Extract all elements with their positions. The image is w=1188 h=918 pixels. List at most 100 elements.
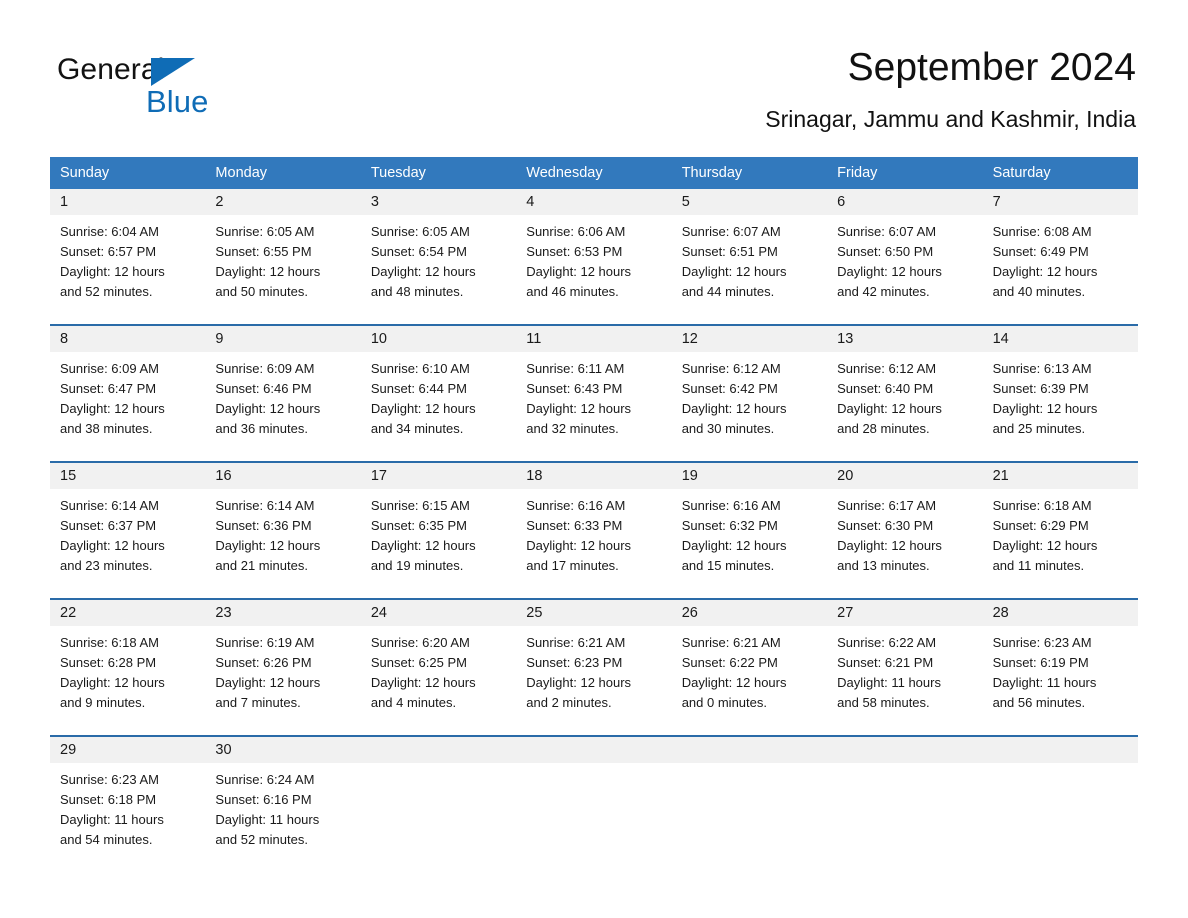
calendar-day-cell[interactable]: 28 Sunrise: 6:23 AM Sunset: 6:19 PM Dayligh…: [982, 600, 1138, 735]
sunset-time: Sunset: 6:30 PM: [837, 518, 934, 533]
day-number: 2: [215, 194, 224, 210]
calendar-day-cell-empty: [516, 737, 672, 872]
daylight-duration-line2: and 44 minutes.: [681, 284, 775, 299]
day-details: Sunrise: 6:08 AM Sunset: 6:49 PM Daylight:…: [983, 215, 1138, 302]
daylight-duration-line2: and 11 minutes.: [992, 558, 1085, 573]
day-details: Sunrise: 6:15 AM Sunset: 6:35 PM Daylight:…: [361, 489, 516, 576]
sunset-time: Sunset: 6:26 PM: [215, 655, 312, 670]
calendar-day-cell[interactable]: 3 Sunrise: 6:05 AM Sunset: 6:54 PM Daylight…: [360, 189, 517, 324]
sunrise-time: Sunrise: 6:11 AM: [526, 361, 625, 376]
sunset-time: Sunset: 6:54 PM: [370, 244, 467, 259]
weekday-header-saturday: Saturday: [992, 165, 1051, 181]
calendar-day-cell-empty: [982, 737, 1138, 872]
sunrise-time: Sunrise: 6:21 AM: [526, 635, 626, 650]
day-number: 12: [681, 331, 698, 347]
daylight-duration-line2: and 4 minutes.: [370, 695, 457, 710]
calendar-day-cell[interactable]: 24 Sunrise: 6:20 AM Sunset: 6:25 PM Dayligh…: [360, 600, 517, 735]
calendar-day-cell[interactable]: 27 Sunrise: 6:22 AM Sunset: 6:21 PM Dayligh…: [827, 600, 983, 735]
calendar-day-cell[interactable]: 7 Sunrise: 6:08 AM Sunset: 6:49 PM Daylight…: [982, 189, 1138, 324]
sunrise-time: Sunrise: 6:09 AM: [60, 361, 159, 376]
daylight-duration-line1: Daylight: 11 hours: [60, 812, 164, 827]
calendar-day-cell[interactable]: 21 Sunrise: 6:18 AM Sunset: 6:29 PM Dayligh…: [982, 463, 1138, 598]
day-details: [983, 763, 1138, 770]
sunrise-time: Sunrise: 6:10 AM: [370, 361, 470, 376]
day-number-band: 8: [50, 326, 206, 352]
daylight-duration-line2: and 56 minutes.: [992, 695, 1086, 710]
calendar-week-row: 8 Sunrise: 6:09 AM Sunset: 6:47 PM Daylight…: [50, 324, 1138, 461]
calendar-week-row: 1 Sunrise: 6:04 AM Sunset: 6:57 PM Daylight…: [50, 189, 1138, 324]
day-number-band: 17: [360, 463, 517, 489]
sunset-time: Sunset: 6:32 PM: [681, 518, 778, 533]
sunrise-time: Sunrise: 6:05 AM: [215, 224, 315, 239]
sunrise-time: Sunrise: 6:15 AM: [370, 498, 470, 513]
daylight-duration-line2: and 34 minutes.: [370, 421, 464, 436]
calendar-day-cell[interactable]: 29 Sunrise: 6:23 AM Sunset: 6:18 PM Dayligh…: [50, 737, 206, 872]
calendar-day-cell[interactable]: 26 Sunrise: 6:21 AM Sunset: 6:22 PM Dayligh…: [671, 600, 828, 735]
calendar-day-cell[interactable]: 20 Sunrise: 6:17 AM Sunset: 6:30 PM Dayligh…: [827, 463, 983, 598]
sunrise-time: Sunrise: 6:07 AM: [681, 224, 781, 239]
calendar-day-cell[interactable]: 6 Sunrise: 6:07 AM Sunset: 6:50 PM Daylight…: [827, 189, 983, 324]
calendar-day-cell[interactable]: 25 Sunrise: 6:21 AM Sunset: 6:23 PM Dayligh…: [516, 600, 672, 735]
day-number-band: 15: [50, 463, 206, 489]
calendar-day-cell[interactable]: 4 Sunrise: 6:06 AM Sunset: 6:53 PM Daylight…: [516, 189, 672, 324]
daylight-duration-line1: Daylight: 12 hours: [370, 401, 476, 416]
calendar-day-cell[interactable]: 30 Sunrise: 6:24 AM Sunset: 6:16 PM Dayligh…: [205, 737, 361, 872]
daylight-duration-line1: Daylight: 12 hours: [370, 538, 476, 553]
calendar-day-cell[interactable]: 9 Sunrise: 6:09 AM Sunset: 6:46 PM Daylight…: [205, 326, 361, 461]
daylight-duration-line2: and 23 minutes.: [60, 558, 153, 573]
daylight-duration-line2: and 40 minutes.: [992, 284, 1086, 299]
daylight-duration-line2: and 21 minutes.: [215, 558, 308, 573]
logo-text-general: General: [57, 53, 165, 86]
calendar-day-cell[interactable]: 12 Sunrise: 6:12 AM Sunset: 6:42 PM Dayligh…: [671, 326, 828, 461]
day-details: Sunrise: 6:12 AM Sunset: 6:42 PM Daylight:…: [672, 352, 827, 439]
sunrise-time: Sunrise: 6:20 AM: [370, 635, 470, 650]
calendar-day-cell[interactable]: 1 Sunrise: 6:04 AM Sunset: 6:57 PM Daylight…: [50, 189, 206, 324]
sunrise-time: Sunrise: 6:17 AM: [837, 498, 937, 513]
calendar-day-cell[interactable]: 14 Sunrise: 6:13 AM Sunset: 6:39 PM Dayligh…: [982, 326, 1138, 461]
calendar-day-cell[interactable]: 8 Sunrise: 6:09 AM Sunset: 6:47 PM Daylight…: [50, 326, 206, 461]
day-number-band: [671, 737, 828, 763]
sunset-time: Sunset: 6:35 PM: [370, 518, 467, 533]
day-number-band: 3: [360, 189, 517, 215]
daylight-duration-line1: Daylight: 12 hours: [60, 264, 165, 279]
daylight-duration-line1: Daylight: 12 hours: [370, 675, 476, 690]
sunrise-time: Sunrise: 6:14 AM: [60, 498, 159, 513]
day-number-band: 20: [827, 463, 983, 489]
page-header: General Blue September 2024 Srinagar, Ja…: [0, 0, 1188, 132]
daylight-duration-line1: Daylight: 12 hours: [837, 401, 942, 416]
calendar-day-cell[interactable]: 23 Sunrise: 6:19 AM Sunset: 6:26 PM Dayligh…: [205, 600, 361, 735]
daylight-duration-line2: and 54 minutes.: [60, 832, 153, 847]
day-number: 15: [60, 468, 77, 484]
sunrise-time: Sunrise: 6:06 AM: [526, 224, 626, 239]
calendar-day-cell[interactable]: 11 Sunrise: 6:11 AM Sunset: 6:43 PM Dayligh…: [516, 326, 672, 461]
calendar-day-cell[interactable]: 17 Sunrise: 6:15 AM Sunset: 6:35 PM Dayligh…: [360, 463, 517, 598]
calendar-day-cell[interactable]: 18 Sunrise: 6:16 AM Sunset: 6:33 PM Dayligh…: [516, 463, 672, 598]
calendar-day-cell[interactable]: 5 Sunrise: 6:07 AM Sunset: 6:51 PM Daylight…: [671, 189, 828, 324]
day-number-band: 10: [360, 326, 517, 352]
daylight-duration-line2: and 9 minutes.: [60, 695, 146, 710]
calendar-day-cell[interactable]: 2 Sunrise: 6:05 AM Sunset: 6:55 PM Daylight…: [205, 189, 361, 324]
calendar-day-cell[interactable]: 16 Sunrise: 6:14 AM Sunset: 6:36 PM Dayligh…: [205, 463, 361, 598]
day-number: 8: [60, 331, 69, 347]
calendar-day-cell[interactable]: 15 Sunrise: 6:14 AM Sunset: 6:37 PM Dayligh…: [50, 463, 206, 598]
daylight-duration-line1: Daylight: 12 hours: [215, 538, 321, 553]
day-number: 16: [215, 468, 232, 484]
calendar-day-cell-empty: [360, 737, 517, 872]
calendar-weeks: 1 Sunrise: 6:04 AM Sunset: 6:57 PM Daylight…: [50, 189, 1138, 872]
day-details: Sunrise: 6:05 AM Sunset: 6:55 PM Daylight:…: [205, 215, 360, 302]
calendar-day-cell[interactable]: 10 Sunrise: 6:10 AM Sunset: 6:44 PM Dayligh…: [360, 326, 517, 461]
calendar-day-cell[interactable]: 22 Sunrise: 6:18 AM Sunset: 6:28 PM Dayligh…: [50, 600, 206, 735]
day-details: Sunrise: 6:24 AM Sunset: 6:16 PM Daylight:…: [205, 763, 360, 850]
daylight-duration-line1: Daylight: 12 hours: [215, 401, 321, 416]
calendar-day-cell[interactable]: 13 Sunrise: 6:12 AM Sunset: 6:40 PM Dayligh…: [827, 326, 983, 461]
generalblue-logo[interactable]: General Blue: [57, 53, 357, 123]
calendar-day-cell[interactable]: 19 Sunrise: 6:16 AM Sunset: 6:32 PM Dayligh…: [671, 463, 828, 598]
sunset-time: Sunset: 6:43 PM: [526, 381, 623, 396]
daylight-duration-line2: and 28 minutes.: [837, 421, 930, 436]
day-number: 30: [215, 742, 232, 758]
daylight-duration-line1: Daylight: 12 hours: [60, 675, 165, 690]
calendar-week-row: 15 Sunrise: 6:14 AM Sunset: 6:37 PM Dayligh…: [50, 461, 1138, 598]
sunset-time: Sunset: 6:55 PM: [215, 244, 312, 259]
daylight-duration-line2: and 25 minutes.: [992, 421, 1086, 436]
daylight-duration-line2: and 2 minutes.: [526, 695, 612, 710]
